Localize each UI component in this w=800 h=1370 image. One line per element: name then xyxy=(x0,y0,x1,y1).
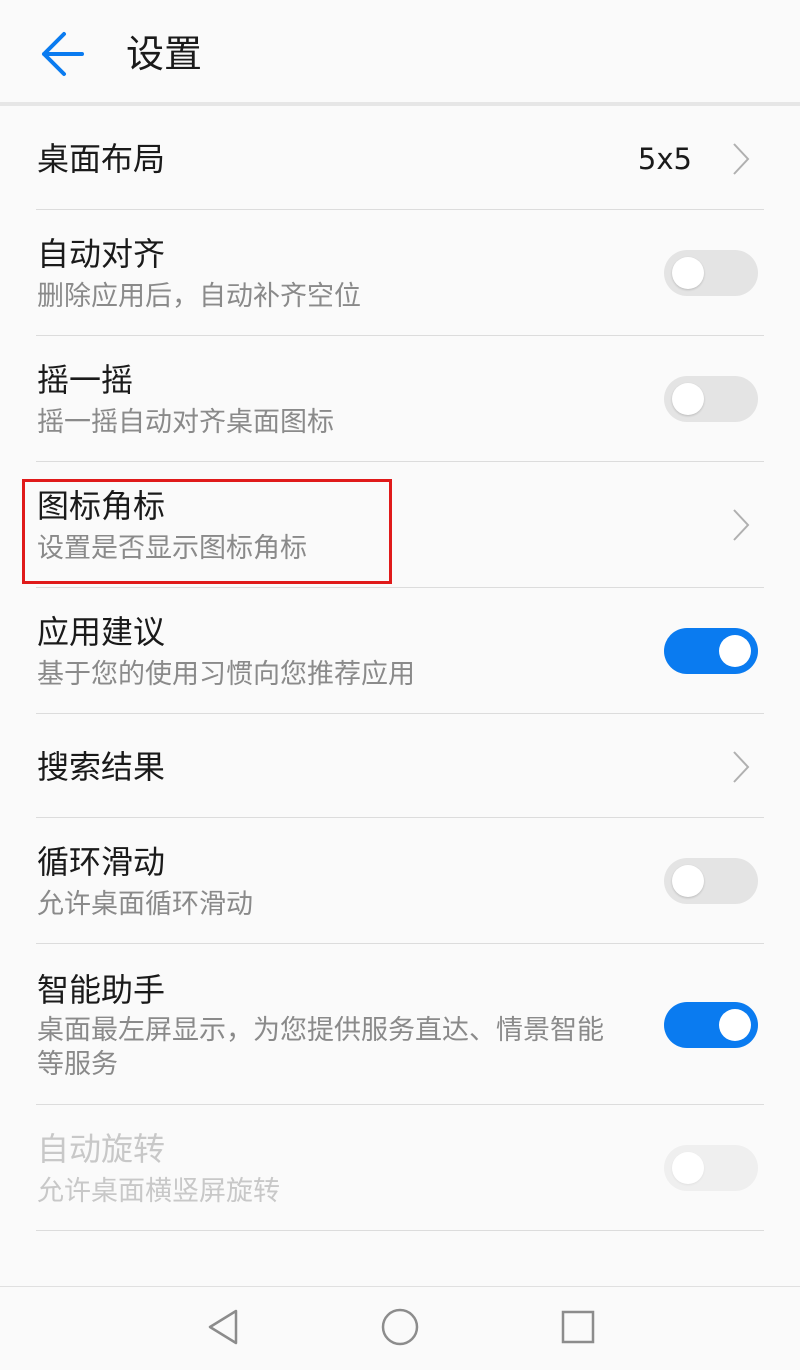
page-title: 设置 xyxy=(126,32,203,76)
setting-row-auto-rotate: 自动旋转 允许桌面横竖屏旋转 xyxy=(0,1105,800,1231)
triangle-back-icon xyxy=(208,1309,238,1345)
circle-home-icon xyxy=(381,1308,419,1346)
setting-value: 5x5 xyxy=(637,142,692,176)
square-recents-icon xyxy=(561,1310,595,1344)
nav-home-button[interactable] xyxy=(380,1307,420,1347)
setting-row-smart-assistant: 智能助手 桌面最左屏显示，为您提供服务直达、情景智能等服务 xyxy=(0,944,800,1105)
setting-title: 搜索结果 xyxy=(37,748,166,786)
setting-row-search-results[interactable]: 搜索结果 xyxy=(0,714,800,818)
setting-title: 自动旋转 xyxy=(37,1130,166,1168)
shake-toggle[interactable] xyxy=(664,376,758,422)
toggle-knob xyxy=(719,1009,751,1041)
chevron-right-icon xyxy=(733,751,750,783)
setting-title: 循环滑动 xyxy=(37,843,166,881)
row-divider xyxy=(36,1230,764,1231)
nav-back-button[interactable] xyxy=(204,1307,244,1347)
toggle-knob xyxy=(672,1152,704,1184)
toggle-knob xyxy=(672,383,704,415)
smart-assistant-toggle[interactable] xyxy=(664,1002,758,1048)
setting-subtitle: 桌面最左屏显示，为您提供服务直达、情景智能等服务 xyxy=(37,1015,604,1080)
toggle-knob xyxy=(719,635,751,667)
nav-recents-button[interactable] xyxy=(558,1307,598,1347)
back-button[interactable] xyxy=(30,24,94,84)
settings-list: 桌面布局 5x5 自动对齐 删除应用后，自动补齐空位 摇一摇 摇一摇自动对齐桌面… xyxy=(0,106,800,1231)
setting-title: 摇一摇 xyxy=(37,361,134,399)
system-navigation-bar xyxy=(0,1286,800,1370)
setting-row-loop-scroll: 循环滑动 允许桌面循环滑动 xyxy=(0,818,800,944)
setting-subtitle: 基于您的使用习惯向您推荐应用 xyxy=(37,659,415,690)
highlight-annotation-box xyxy=(22,479,392,584)
setting-subtitle: 允许桌面横竖屏旋转 xyxy=(37,1176,280,1207)
chevron-right-icon xyxy=(733,509,750,541)
setting-subtitle: 删除应用后，自动补齐空位 xyxy=(37,281,361,312)
setting-subtitle: 摇一摇自动对齐桌面图标 xyxy=(37,407,334,438)
arrow-left-icon xyxy=(42,32,84,76)
setting-title: 桌面布局 xyxy=(37,140,166,178)
chevron-right-icon xyxy=(733,143,750,175)
setting-row-shake: 摇一摇 摇一摇自动对齐桌面图标 xyxy=(0,336,800,462)
toggle-knob xyxy=(672,257,704,289)
loop-scroll-toggle[interactable] xyxy=(664,858,758,904)
setting-title: 应用建议 xyxy=(37,613,166,651)
setting-row-app-suggestions: 应用建议 基于您的使用习惯向您推荐应用 xyxy=(0,588,800,714)
setting-row-desktop-layout[interactable]: 桌面布局 5x5 xyxy=(0,106,800,210)
setting-title: 智能助手 xyxy=(37,971,166,1009)
app-suggestions-toggle[interactable] xyxy=(664,628,758,674)
app-header: 设置 xyxy=(0,0,800,102)
toggle-knob xyxy=(672,865,704,897)
setting-title: 自动对齐 xyxy=(37,235,166,273)
auto-rotate-toggle xyxy=(664,1145,758,1191)
setting-subtitle: 允许桌面循环滑动 xyxy=(37,889,253,920)
auto-align-toggle[interactable] xyxy=(664,250,758,296)
setting-row-auto-align: 自动对齐 删除应用后，自动补齐空位 xyxy=(0,210,800,336)
